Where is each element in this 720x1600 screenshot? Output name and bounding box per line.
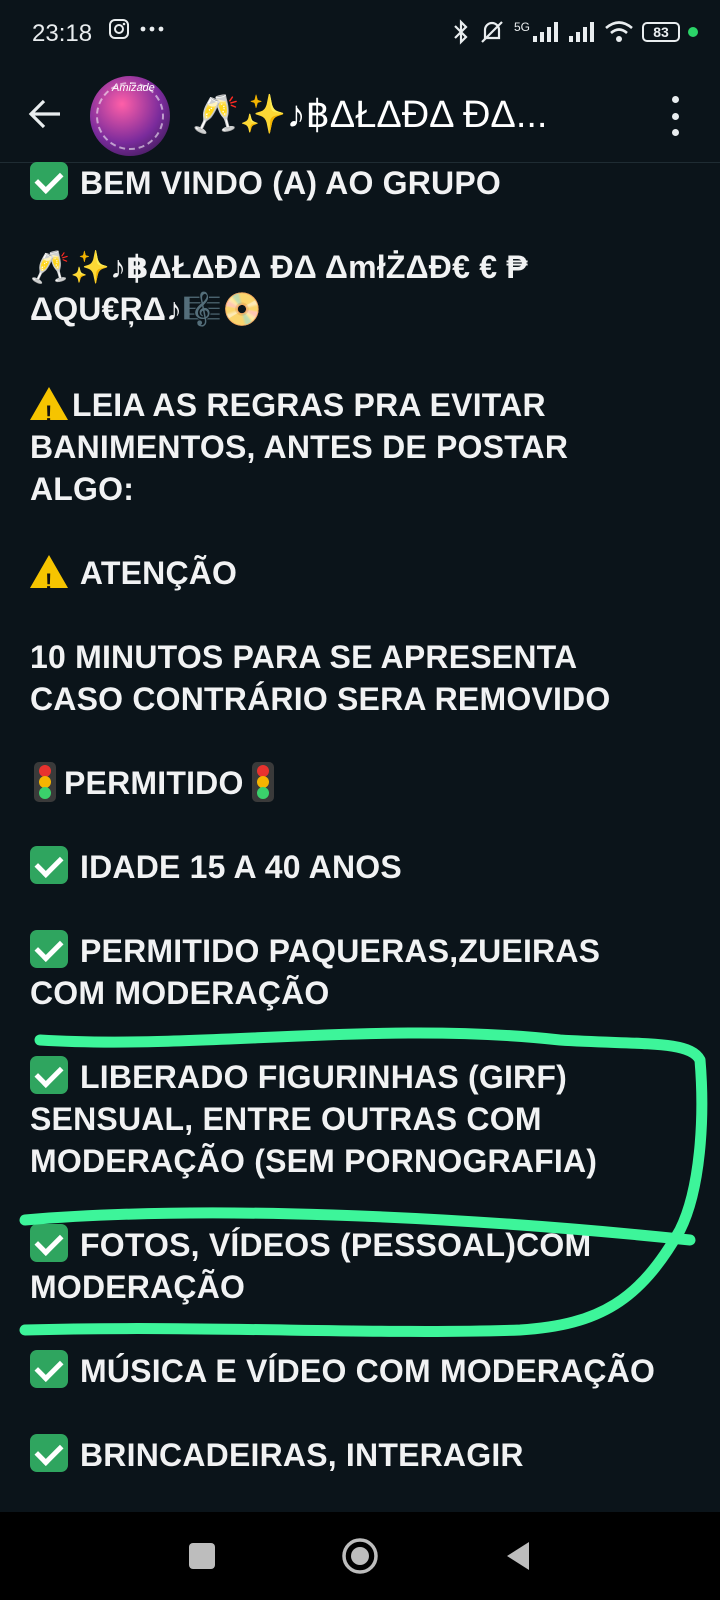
status-time: 23:18 (32, 20, 93, 47)
message-line: MÚSICA E VÍDEO COM MODERAÇÃO (30, 1350, 655, 1392)
instagram-icon (109, 19, 129, 39)
message-line: ALGO: (30, 471, 135, 507)
check-icon (30, 1224, 68, 1262)
avatar-label: Amizade (112, 82, 155, 94)
message-line: COM MODERAÇÃO (30, 975, 330, 1011)
battery-indicator: 83 (642, 22, 680, 42)
message-line: MODERAÇÃO (SEM PORNOGRAFIA) (30, 1143, 598, 1179)
message-line: LEIA AS REGRAS PRA EVITAR (30, 384, 546, 435)
check-icon (30, 846, 68, 884)
wifi-icon (605, 21, 633, 42)
group-description-message: BEM VINDO (A) AO GRUPO 🥂✨♪฿ΔŁΔĐΔ ĐΔ ΔmłŻ… (30, 162, 700, 1512)
traffic-light-icon (34, 762, 56, 802)
signal-icon (533, 22, 558, 42)
message-line: IDADE 15 A 40 ANOS (30, 846, 402, 888)
network-type: 5G (513, 20, 530, 34)
message-line: FOTOS, VÍDEOS (PESSOAL)COM (30, 1224, 591, 1266)
privacy-dot (688, 27, 698, 37)
group-avatar[interactable]: Amizade (90, 76, 170, 156)
message-line: LIBERADO FIGURINHAS (GIRF) (30, 1056, 567, 1098)
more-options-icon[interactable] (670, 96, 680, 136)
check-icon (30, 930, 68, 968)
signal-icon-2 (569, 22, 594, 42)
message-line: 🥂✨♪฿ΔŁΔĐΔ ĐΔ ΔmłŻΔĐ€ € ₱ (30, 249, 528, 285)
group-title[interactable]: 🥂✨♪฿ΔŁΔĐΔ ĐΔ... (192, 92, 632, 137)
chat-header: Amizade 🥂✨♪฿ΔŁΔĐΔ ĐΔ... (0, 70, 720, 163)
message-line: ATENÇÃO (30, 552, 237, 603)
back-arrow-icon[interactable] (24, 92, 68, 136)
message-line: CASO CONTRÁRIO SERA REMOVIDO (30, 681, 611, 717)
message-line: BANIMENTOS, ANTES DE POSTAR (30, 429, 569, 465)
message-line: 10 MINUTOS PARA SE APRESENTA (30, 639, 578, 675)
warning-icon (30, 555, 68, 603)
message-line: PERMITIDO (30, 762, 282, 804)
check-icon (30, 1350, 68, 1388)
battery-level: 83 (653, 24, 669, 40)
more-notifications-icon (140, 26, 164, 32)
mute-bell-icon (481, 21, 503, 43)
back-triangle-icon[interactable] (494, 1532, 542, 1580)
status-bar: 23:18 5G 83 (0, 0, 720, 70)
traffic-light-icon (251, 762, 274, 802)
message-line: PERMITIDO PAQUERAS,ZUEIRAS (30, 930, 600, 972)
message-line: SENSUAL, ENTRE OUTRAS COM (30, 1101, 542, 1137)
message-line: MODERAÇÃO (30, 1269, 246, 1305)
message-line: BRINCADEIRAS, INTERAGIR (30, 1434, 524, 1476)
recents-square-icon[interactable] (178, 1532, 226, 1580)
bluetooth-icon (454, 19, 468, 45)
system-nav-bar (0, 1512, 720, 1600)
check-icon (30, 1056, 68, 1094)
message-line: ΔQU€ŖΔ♪🎼📀 (30, 291, 263, 327)
warning-icon (30, 387, 68, 435)
check-icon (30, 162, 68, 200)
message-line: BEM VINDO (A) AO GRUPO (30, 162, 501, 204)
home-circle-icon[interactable] (336, 1532, 384, 1580)
check-icon (30, 1434, 68, 1472)
